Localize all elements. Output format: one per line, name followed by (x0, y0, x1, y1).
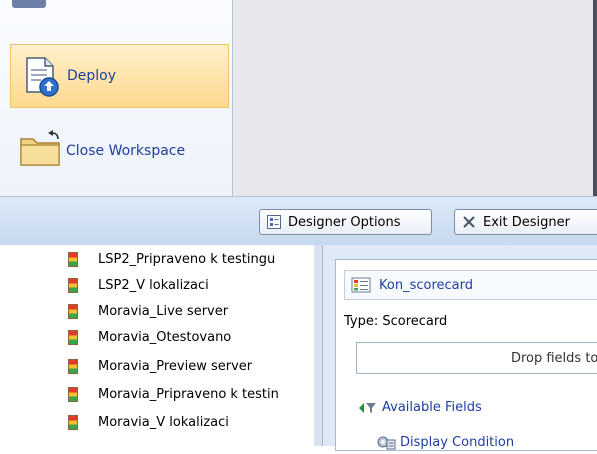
exit-designer-button[interactable]: Exit Designer (454, 209, 597, 235)
scorecard-header[interactable]: Kon_scorecard (344, 270, 597, 300)
list-item-label: Moravia_Pripraveno k testin (98, 386, 279, 402)
list-item[interactable]: LSP2_Pripraveno k testingu (68, 248, 275, 270)
folder-icon (18, 129, 66, 173)
list-item-label: Moravia_V lokalizaci (98, 414, 229, 430)
scorecard-list: LSP2_Pripraveno k testingu LSP2_V lokali… (0, 245, 315, 446)
close-workspace-label: Close Workspace (66, 142, 186, 159)
list-item-label: Moravia_Otestovano (98, 329, 232, 345)
designer-panel: Kon_scorecard Type: Scorecard Drop field… (323, 245, 597, 451)
available-fields-header[interactable]: Available Fields (358, 400, 482, 415)
list-item[interactable]: LSP2_V lokalizaci (68, 274, 209, 296)
list-item-label: LSP2_V lokalizaci (98, 277, 209, 293)
close-workspace-menu-item[interactable]: Close Workspace (10, 122, 229, 179)
kpi-icon (68, 303, 78, 319)
list-item-label: Moravia_Live server (98, 303, 229, 319)
scorecard-type: Type: Scorecard (344, 314, 448, 329)
display-condition-item[interactable]: Display Condition (376, 434, 514, 450)
list-item[interactable]: Moravia_Otestovano (68, 326, 231, 348)
display-condition-icon (376, 434, 396, 450)
list-item[interactable]: Moravia_Live server (68, 300, 228, 322)
list-item-label: LSP2_Pripraveno k testingu (98, 251, 276, 267)
list-item[interactable]: Moravia_V lokalizaci (68, 411, 229, 433)
scorecard-icon (351, 277, 371, 293)
kpi-icon (68, 277, 78, 293)
collapse-filter-icon (358, 401, 378, 415)
drop-zone-label: Drop fields to cr (510, 350, 597, 366)
kpi-icon (68, 358, 78, 374)
available-fields-label: Available Fields (382, 400, 482, 415)
list-item[interactable]: Moravia_Pripraveno k testin (68, 383, 279, 405)
display-condition-label: Display Condition (400, 434, 515, 450)
kpi-icon (68, 414, 78, 430)
deploy-icon (19, 54, 67, 98)
kpi-icon (68, 386, 78, 402)
list-item[interactable]: Moravia_Preview server (68, 355, 252, 377)
deploy-label: Deploy (67, 68, 117, 84)
list-item-label: Moravia_Preview server (98, 358, 253, 374)
drop-fields-zone[interactable]: Drop fields to cr (356, 342, 597, 374)
scorecard-name: Kon_scorecard (379, 277, 473, 293)
designer-options-button[interactable]: Designer Options (259, 209, 432, 235)
workspace-background (233, 0, 597, 196)
menu-top-icon (12, 0, 46, 8)
designer-options-label: Designer Options (288, 214, 401, 230)
designer-toolbar: Designer Options Exit Designer (0, 196, 597, 246)
scorecard-editor: Kon_scorecard Type: Scorecard Drop field… (335, 259, 597, 451)
workspace-menu-panel: Deploy Close Workspace (0, 0, 233, 196)
designer-options-icon (266, 214, 282, 230)
panel-splitter[interactable] (314, 245, 323, 446)
kpi-icon (68, 329, 78, 345)
exit-designer-label: Exit Designer (483, 214, 570, 230)
kpi-icon (68, 251, 78, 267)
deploy-menu-item[interactable]: Deploy (10, 44, 229, 108)
window-edge (593, 0, 597, 196)
close-icon (461, 214, 477, 230)
